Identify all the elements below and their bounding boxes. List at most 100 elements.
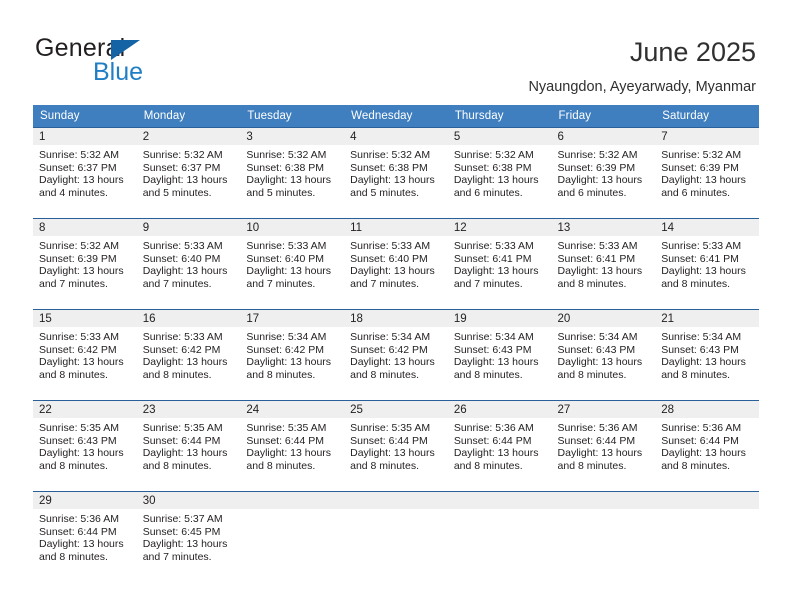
day-cell-content: 1 Sunrise: 5:32 AM Sunset: 6:37 PM Daylight… xyxy=(33,128,137,218)
weekday-header-tuesday: Tuesday xyxy=(240,105,345,128)
daylight-text-line1: Daylight: 13 hours xyxy=(39,356,124,369)
calendar-day-cell[interactable]: 24 Sunrise: 5:35 AM Sunset: 6:44 PM Dayligh… xyxy=(240,400,345,492)
day-sun-info: Sunrise: 5:32 AM Sunset: 6:38 PM Daylight:… xyxy=(448,145,552,199)
calendar-day-cell[interactable]: 19 Sunrise: 5:34 AM Sunset: 6:43 PM Dayligh… xyxy=(447,309,552,401)
calendar-day-cell[interactable]: 18 Sunrise: 5:34 AM Sunset: 6:42 PM Dayligh… xyxy=(344,309,448,401)
daylight-text-line1: Daylight: 13 hours xyxy=(350,356,435,369)
calendar-day-cell[interactable]: 2 Sunrise: 5:32 AM Sunset: 6:37 PM Daylight… xyxy=(136,127,241,219)
daylight-text-line1: Daylight: 13 hours xyxy=(246,447,332,460)
daylight-text-line2: and 8 minutes. xyxy=(350,368,419,381)
sunset-text: Sunset: 6:39 PM xyxy=(557,161,636,174)
daylight-text-line1: Daylight: 13 hours xyxy=(350,174,435,187)
sunset-text: Sunset: 6:38 PM xyxy=(453,161,532,174)
sunrise-text: Sunrise: 5:33 AM xyxy=(246,240,327,252)
calendar-day-cell[interactable]: 16 Sunrise: 5:33 AM Sunset: 6:42 PM Dayligh… xyxy=(136,309,241,401)
daylight-text-line1: Daylight: 13 hours xyxy=(661,447,746,460)
calendar-day-cell[interactable]: 22 Sunrise: 5:35 AM Sunset: 6:43 PM Dayligh… xyxy=(33,400,137,492)
daylight-text-line2: and 8 minutes. xyxy=(661,368,731,381)
day-cell-content: 28 Sunrise: 5:36 AM Sunset: 6:44 PM Dayligh… xyxy=(655,401,759,491)
daylight-text-line2: and 4 minutes. xyxy=(39,186,108,199)
calendar-day-cell-empty xyxy=(240,491,345,582)
calendar-day-cell[interactable]: 6 Sunrise: 5:32 AM Sunset: 6:39 PM Daylight… xyxy=(551,127,656,219)
day-cell-content: 11 Sunrise: 5:33 AM Sunset: 6:40 PM Dayligh… xyxy=(344,219,448,309)
calendar-day-cell[interactable]: 25 Sunrise: 5:35 AM Sunset: 6:44 PM Dayligh… xyxy=(344,400,448,492)
day-number: 17 xyxy=(240,310,345,327)
day-number: 28 xyxy=(655,401,759,418)
daylight-text-line1: Daylight: 13 hours xyxy=(661,174,746,187)
calendar-day-cell[interactable]: 10 Sunrise: 5:33 AM Sunset: 6:40 PM Dayligh… xyxy=(240,218,345,310)
day-cell-content xyxy=(344,492,448,582)
daylight-text-line2: and 6 minutes. xyxy=(661,186,731,199)
calendar-day-cell[interactable]: 23 Sunrise: 5:35 AM Sunset: 6:44 PM Dayligh… xyxy=(136,400,241,492)
day-cell-content: 24 Sunrise: 5:35 AM Sunset: 6:44 PM Dayligh… xyxy=(240,401,345,491)
daylight-text-line1: Daylight: 13 hours xyxy=(453,265,539,278)
calendar-day-cell[interactable]: 1 Sunrise: 5:32 AM Sunset: 6:37 PM Daylight… xyxy=(33,127,137,219)
calendar-day-cell[interactable]: 13 Sunrise: 5:33 AM Sunset: 6:41 PM Dayligh… xyxy=(551,218,656,310)
calendar-week-row: 22 Sunrise: 5:35 AM Sunset: 6:43 PM Dayligh… xyxy=(33,400,759,492)
calendar-day-cell[interactable]: 5 Sunrise: 5:32 AM Sunset: 6:38 PM Daylight… xyxy=(447,127,552,219)
daylight-text-line1: Daylight: 13 hours xyxy=(557,265,643,278)
calendar-day-cell[interactable]: 15 Sunrise: 5:33 AM Sunset: 6:42 PM Dayligh… xyxy=(33,309,137,401)
calendar-day-cell[interactable]: 12 Sunrise: 5:33 AM Sunset: 6:41 PM Dayligh… xyxy=(447,218,552,310)
day-cell-content xyxy=(240,492,345,582)
day-number: 18 xyxy=(344,310,448,327)
day-sun-info: Sunrise: 5:33 AM Sunset: 6:41 PM Daylight:… xyxy=(448,236,552,290)
sunset-text: Sunset: 6:43 PM xyxy=(557,343,636,356)
calendar-day-cell[interactable]: 8 Sunrise: 5:32 AM Sunset: 6:39 PM Daylight… xyxy=(33,218,137,310)
calendar-day-cell[interactable]: 9 Sunrise: 5:33 AM Sunset: 6:40 PM Daylight… xyxy=(136,218,241,310)
sunrise-sunset-calendar: Sunday Monday Tuesday Wednesday Thursday… xyxy=(33,105,759,582)
sunset-text: Sunset: 6:41 PM xyxy=(557,252,636,265)
day-cell-content: 15 Sunrise: 5:33 AM Sunset: 6:42 PM Dayligh… xyxy=(33,310,137,400)
calendar-day-cell[interactable]: 28 Sunrise: 5:36 AM Sunset: 6:44 PM Dayligh… xyxy=(655,400,759,492)
day-cell-content xyxy=(551,492,656,582)
calendar-day-cell[interactable]: 7 Sunrise: 5:32 AM Sunset: 6:39 PM Daylight… xyxy=(655,127,759,219)
sunrise-text: Sunrise: 5:36 AM xyxy=(661,422,742,434)
general-blue-logo[interactable]: General Blue xyxy=(35,34,215,86)
calendar-day-cell[interactable]: 11 Sunrise: 5:33 AM Sunset: 6:40 PM Dayligh… xyxy=(344,218,448,310)
day-number: 22 xyxy=(33,401,137,418)
calendar-day-cell[interactable]: 4 Sunrise: 5:32 AM Sunset: 6:38 PM Daylight… xyxy=(344,127,448,219)
calendar-page: General Blue June 2025 Nyaungdon, Ayeyar… xyxy=(0,0,792,612)
sunset-text: Sunset: 6:41 PM xyxy=(453,252,532,265)
daylight-text-line2: and 8 minutes. xyxy=(557,277,627,290)
sunset-text: Sunset: 6:39 PM xyxy=(661,161,739,174)
day-cell-content: 4 Sunrise: 5:32 AM Sunset: 6:38 PM Daylight… xyxy=(344,128,448,218)
logo-text-blue: Blue xyxy=(93,58,144,86)
day-cell-content: 21 Sunrise: 5:34 AM Sunset: 6:43 PM Dayligh… xyxy=(655,310,759,400)
day-sun-info: Sunrise: 5:37 AM Sunset: 6:45 PM Daylight:… xyxy=(137,509,241,563)
daylight-text-line1: Daylight: 13 hours xyxy=(142,265,228,278)
day-number: 29 xyxy=(33,492,137,509)
calendar-day-cell[interactable]: 30 Sunrise: 5:37 AM Sunset: 6:45 PM Dayligh… xyxy=(136,491,241,582)
day-number: 25 xyxy=(344,401,448,418)
calendar-day-cell[interactable]: 27 Sunrise: 5:36 AM Sunset: 6:44 PM Dayligh… xyxy=(551,400,656,492)
day-cell-content: 16 Sunrise: 5:33 AM Sunset: 6:42 PM Dayligh… xyxy=(136,310,241,400)
sunrise-text: Sunrise: 5:35 AM xyxy=(350,422,431,434)
daylight-text-line1: Daylight: 13 hours xyxy=(142,174,228,187)
daylight-text-line1: Daylight: 13 hours xyxy=(246,265,332,278)
daylight-text-line2: and 8 minutes. xyxy=(39,550,108,563)
day-number: 10 xyxy=(240,219,345,236)
calendar-day-cell[interactable]: 21 Sunrise: 5:34 AM Sunset: 6:43 PM Dayligh… xyxy=(655,309,759,401)
day-number: 8 xyxy=(33,219,137,236)
day-number: 12 xyxy=(447,219,552,236)
day-cell-content: 18 Sunrise: 5:34 AM Sunset: 6:42 PM Dayligh… xyxy=(344,310,448,400)
day-sun-info: Sunrise: 5:33 AM Sunset: 6:40 PM Daylight:… xyxy=(344,236,448,290)
day-cell-content: 29 Sunrise: 5:36 AM Sunset: 6:44 PM Dayligh… xyxy=(33,492,137,582)
weekday-header-sunday: Sunday xyxy=(33,105,137,128)
weekday-header-monday: Monday xyxy=(136,105,241,128)
day-sun-info: Sunrise: 5:32 AM Sunset: 6:38 PM Daylight:… xyxy=(344,145,448,199)
day-number: 2 xyxy=(136,128,241,145)
daylight-text-line1: Daylight: 13 hours xyxy=(350,447,435,460)
calendar-day-cell[interactable]: 29 Sunrise: 5:36 AM Sunset: 6:44 PM Dayligh… xyxy=(33,491,137,582)
calendar-day-cell[interactable]: 20 Sunrise: 5:34 AM Sunset: 6:43 PM Dayligh… xyxy=(551,309,656,401)
daylight-text-line2: and 7 minutes. xyxy=(39,277,108,290)
calendar-day-cell[interactable]: 3 Sunrise: 5:32 AM Sunset: 6:38 PM Daylight… xyxy=(240,127,345,219)
sunset-text: Sunset: 6:42 PM xyxy=(246,343,325,356)
day-cell-content xyxy=(655,492,759,582)
calendar-day-cell[interactable]: 26 Sunrise: 5:36 AM Sunset: 6:44 PM Dayligh… xyxy=(447,400,552,492)
calendar-day-cell[interactable]: 14 Sunrise: 5:33 AM Sunset: 6:41 PM Dayligh… xyxy=(655,218,759,310)
calendar-day-cell[interactable]: 17 Sunrise: 5:34 AM Sunset: 6:42 PM Dayligh… xyxy=(240,309,345,401)
day-sun-info: Sunrise: 5:35 AM Sunset: 6:44 PM Daylight:… xyxy=(344,418,448,472)
sunset-text: Sunset: 6:44 PM xyxy=(557,434,636,447)
day-sun-info: Sunrise: 5:34 AM Sunset: 6:43 PM Daylight:… xyxy=(655,327,759,381)
